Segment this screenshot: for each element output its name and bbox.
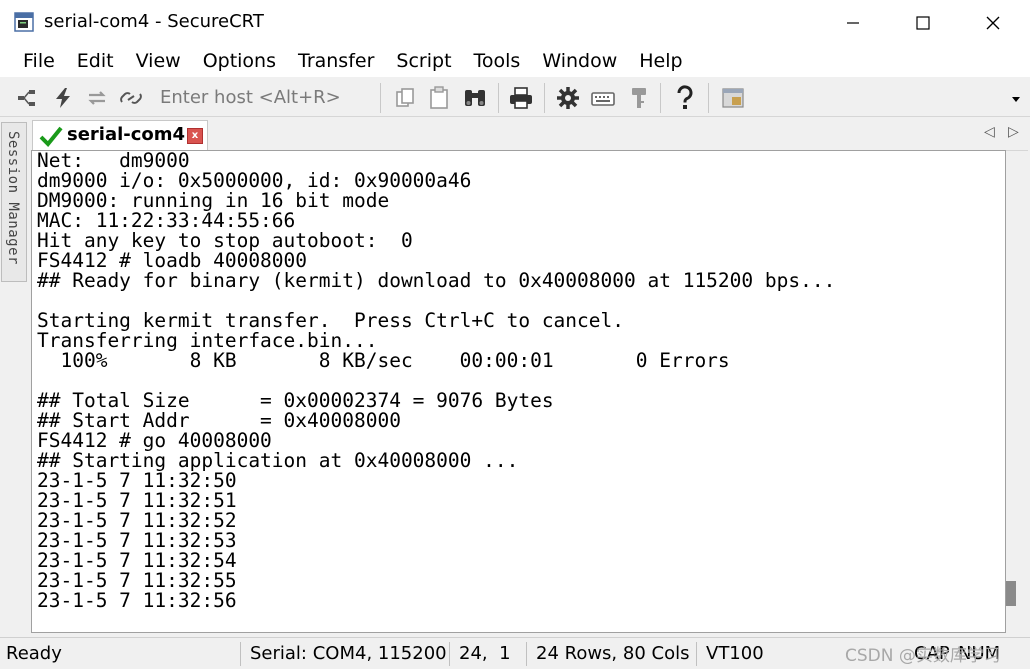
status-ready: Ready xyxy=(6,643,62,664)
toolbar-separator xyxy=(544,83,545,113)
csdn-watermark: CSDN @实数库学习 xyxy=(845,646,1001,666)
disconnect-button[interactable] xyxy=(118,85,144,111)
menu-transfer[interactable]: Transfer xyxy=(287,45,385,77)
menu-help[interactable]: Help xyxy=(628,45,693,77)
menu-window[interactable]: Window xyxy=(531,45,628,77)
status-separator xyxy=(449,642,450,666)
keymap-icon xyxy=(591,92,615,106)
tab-serial-com4[interactable]: serial-com4 x xyxy=(32,120,208,150)
find-button[interactable] xyxy=(462,85,488,111)
keymap-button[interactable] xyxy=(590,85,616,111)
menu-options[interactable]: Options xyxy=(192,45,287,77)
toolbar-separator xyxy=(380,83,381,113)
reconnect-button[interactable] xyxy=(84,85,110,111)
session-tab-bar: serial-com4 x ◁ ▷ xyxy=(30,118,1028,150)
minimize-icon xyxy=(847,21,859,24)
status-separator xyxy=(240,642,241,666)
terminal-line: 23-1-5 7 11:32:52 xyxy=(37,509,237,532)
connect-bar-button[interactable] xyxy=(14,85,40,111)
terminal-line: MAC: 11:22:33:44:55:66 xyxy=(37,209,296,232)
status-size: 24 Rows, 80 Cols xyxy=(536,643,690,664)
close-button[interactable] xyxy=(958,0,1028,45)
terminal-line: FS4412 # loadb 40008000 xyxy=(37,249,308,272)
securecrt-app-icon xyxy=(14,12,34,32)
maximize-button[interactable] xyxy=(888,0,958,45)
copy-button[interactable] xyxy=(392,85,418,111)
disconnect-icon xyxy=(120,92,142,104)
minimize-button[interactable] xyxy=(818,0,888,45)
menu-script[interactable]: Script xyxy=(385,45,462,77)
terminal-line: 23-1-5 7 11:32:51 xyxy=(37,489,237,512)
toolbar-separator xyxy=(708,83,709,113)
session-manager-label: Session Manager xyxy=(5,131,21,265)
terminal-line: 23-1-5 7 11:32:56 xyxy=(37,589,237,612)
terminal-line: DM9000: running in 16 bit mode xyxy=(37,189,390,212)
toolbar xyxy=(0,77,1030,117)
key-button[interactable] xyxy=(626,85,652,111)
terminal-line: 23-1-5 7 11:32:55 xyxy=(37,569,237,592)
tab-close-button[interactable]: x xyxy=(187,128,203,144)
status-cursor: 24, 1 xyxy=(459,643,511,664)
close-icon xyxy=(986,16,1000,29)
print-button[interactable] xyxy=(508,85,534,111)
terminal-line: ## Start Addr = 0x40008000 xyxy=(37,409,401,432)
terminal-line: Transferring interface.bin... xyxy=(37,329,378,352)
terminal-line: Hit any key to stop autoboot: 0 xyxy=(37,229,413,252)
terminal-line: 100% 8 KB 8 KB/sec 00:00:01 0 Errors xyxy=(37,349,730,372)
menu-tools[interactable]: Tools xyxy=(463,45,532,77)
print-icon xyxy=(510,87,532,109)
terminal-line: FS4412 # go 40008000 xyxy=(37,429,272,452)
terminal-line: ## Total Size = 0x00002374 = 9076 Bytes xyxy=(37,389,554,412)
toolbar-separator xyxy=(498,83,499,113)
session-manager-tab[interactable]: Session Manager xyxy=(1,122,27,282)
status-separator xyxy=(526,642,527,666)
terminal-line: 23-1-5 7 11:32:50 xyxy=(37,469,237,492)
tab-scroll-left-icon[interactable]: ◁ xyxy=(984,124,995,140)
sftp-icon xyxy=(722,88,744,108)
help-button[interactable] xyxy=(672,85,698,111)
tab-scroll-right-icon[interactable]: ▷ xyxy=(1008,124,1019,140)
status-emulation: VT100 xyxy=(706,643,764,664)
quick-connect-icon xyxy=(56,88,70,108)
help-icon xyxy=(677,85,693,109)
tab-label: serial-com4 xyxy=(67,124,186,145)
toolbar-overflow-icon[interactable] xyxy=(1012,97,1020,102)
status-bar: Ready Serial: COM4, 115200 24, 1 24 Rows… xyxy=(0,637,1030,669)
menu-bar: File Edit View Options Transfer Script T… xyxy=(0,45,1030,77)
terminal-line: ## Ready for binary (kermit) download to… xyxy=(37,269,836,292)
terminal-line: 23-1-5 7 11:32:53 xyxy=(37,529,237,552)
connect-bar-icon xyxy=(18,90,35,106)
menu-edit[interactable]: Edit xyxy=(66,45,125,77)
terminal-line: Starting kermit transfer. Press Ctrl+C t… xyxy=(37,309,624,332)
title-bar: serial-com4 - SecureCRT xyxy=(0,0,1030,45)
window-title: serial-com4 - SecureCRT xyxy=(44,11,264,32)
terminal-scrollbar[interactable] xyxy=(1006,150,1028,633)
paste-icon xyxy=(430,86,448,109)
settings-icon xyxy=(557,87,579,109)
scrollbar-thumb[interactable] xyxy=(1006,581,1016,606)
sftp-button[interactable] xyxy=(720,85,746,111)
find-icon xyxy=(465,90,485,106)
terminal-line: Net: dm9000 xyxy=(37,150,190,172)
menu-view[interactable]: View xyxy=(125,45,192,77)
menu-file[interactable]: File xyxy=(12,45,66,77)
status-separator xyxy=(696,642,697,666)
terminal-line: dm9000 i/o: 0x5000000, id: 0x90000a46 xyxy=(37,169,472,192)
copy-icon xyxy=(396,88,414,107)
connected-check-icon xyxy=(39,126,63,147)
key-icon xyxy=(632,88,646,108)
reconnect-icon xyxy=(88,91,106,105)
paste-button[interactable] xyxy=(426,85,452,111)
terminal-line: 23-1-5 7 11:32:54 xyxy=(37,549,237,572)
terminal-output[interactable]: Net: dm9000 dm9000 i/o: 0x5000000, id: 0x… xyxy=(31,150,1006,633)
quick-connect-button[interactable] xyxy=(50,85,76,111)
maximize-icon xyxy=(916,15,930,30)
toolbar-separator xyxy=(660,83,661,113)
terminal-line: ## Starting application at 0x40008000 ..… xyxy=(37,449,519,472)
status-serial: Serial: COM4, 115200 xyxy=(250,643,447,664)
settings-button[interactable] xyxy=(555,85,581,111)
host-input[interactable] xyxy=(152,83,372,111)
